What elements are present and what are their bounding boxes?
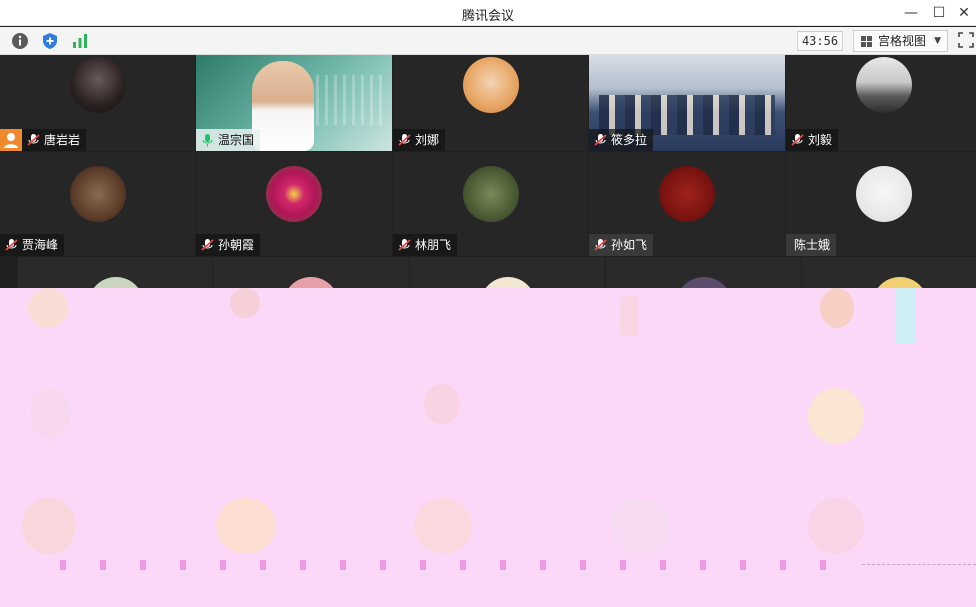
- participant-name: 林朋飞: [415, 238, 452, 252]
- muted-mic-icon: [398, 134, 411, 146]
- muted-mic-icon: [27, 134, 40, 146]
- participant-name: 陈士娥: [794, 238, 831, 252]
- participant-name-tag: 温宗国: [196, 129, 261, 151]
- participant-name: 唐岩岩: [44, 133, 81, 147]
- participant-name-tag: 筱多拉: [589, 129, 654, 151]
- title-bar: 腾讯会议 — ☐ ✕: [0, 0, 976, 26]
- grid-icon: [861, 36, 872, 47]
- speaker-video: [252, 61, 314, 151]
- video-tile[interactable]: 孙朝霞: [196, 152, 392, 256]
- meeting-timer: 43:56: [797, 31, 843, 51]
- signal-strength-icon[interactable]: [70, 31, 90, 51]
- avatar: [266, 166, 322, 222]
- muted-mic-icon: [201, 239, 214, 251]
- participant-name: 刘毅: [808, 133, 833, 147]
- toolbar: 43:56 宫格视图 ▼: [0, 27, 976, 55]
- video-tile[interactable]: 唐岩岩: [0, 55, 195, 151]
- participant-name-tag: 贾海峰: [0, 234, 65, 256]
- video-tile[interactable]: 孙如飞: [589, 152, 785, 256]
- maximize-button[interactable]: ☐: [928, 3, 950, 23]
- avatar: [659, 166, 715, 222]
- avatar: [463, 57, 519, 113]
- close-button[interactable]: ✕: [953, 3, 975, 23]
- participant-name: 刘娜: [415, 133, 440, 147]
- muted-mic-icon: [791, 134, 804, 146]
- video-tile[interactable]: 贾海峰: [0, 152, 195, 256]
- video-tile[interactable]: 陈士娥: [786, 152, 976, 256]
- security-shield-icon[interactable]: [40, 31, 60, 51]
- participant-name: 贾海峰: [22, 238, 59, 252]
- participant-name: 孙朝霞: [218, 238, 255, 252]
- muted-mic-icon: [594, 134, 607, 146]
- avatar: [70, 57, 126, 113]
- participant-name-tag: 唐岩岩: [22, 129, 87, 151]
- participant-name: 孙如飞: [611, 238, 648, 252]
- participant-name-tag: 林朋飞: [393, 234, 458, 256]
- speaking-mic-icon: [202, 134, 213, 147]
- muted-mic-icon: [594, 239, 607, 251]
- video-tile[interactable]: 刘毅: [786, 55, 976, 151]
- video-tile[interactable]: 刘娜: [393, 55, 588, 151]
- participant-name-tag: 陈士娥: [786, 234, 837, 256]
- participant-name-tag: 刘娜: [393, 129, 446, 151]
- view-mode-label: 宫格视图: [878, 34, 927, 48]
- participant-name: 温宗国: [218, 133, 255, 147]
- window-title: 腾讯会议: [461, 9, 514, 24]
- host-badge-icon: [0, 129, 22, 151]
- participant-name-tag: 孙朝霞: [196, 234, 261, 256]
- meeting-window: 腾讯会议 — ☐ ✕ 43:56 宫格视图 ▼ 唐岩岩 温宗国 刘娜 筱多拉 刘…: [0, 0, 976, 607]
- video-tile[interactable]: 林朋飞: [393, 152, 588, 256]
- avatar: [856, 166, 912, 222]
- video-tile-active-speaker[interactable]: 温宗国: [196, 55, 392, 151]
- avatar: [856, 57, 912, 113]
- avatar: [463, 166, 519, 222]
- rendering-artifact-overlay: [0, 288, 976, 607]
- avatar: [70, 166, 126, 222]
- chevron-down-icon: ▼: [934, 36, 941, 46]
- participant-name: 筱多拉: [611, 133, 648, 147]
- video-tile[interactable]: 筱多拉: [589, 55, 785, 151]
- muted-mic-icon: [5, 239, 18, 251]
- info-icon[interactable]: [10, 31, 30, 51]
- fullscreen-icon[interactable]: [958, 32, 974, 48]
- grid-view-dropdown[interactable]: 宫格视图 ▼: [853, 30, 948, 52]
- minimize-button[interactable]: —: [900, 3, 922, 23]
- muted-mic-icon: [398, 239, 411, 251]
- participant-name-tag: 孙如飞: [589, 234, 654, 256]
- participant-name-tag: 刘毅: [786, 129, 839, 151]
- background-structure: [316, 75, 386, 125]
